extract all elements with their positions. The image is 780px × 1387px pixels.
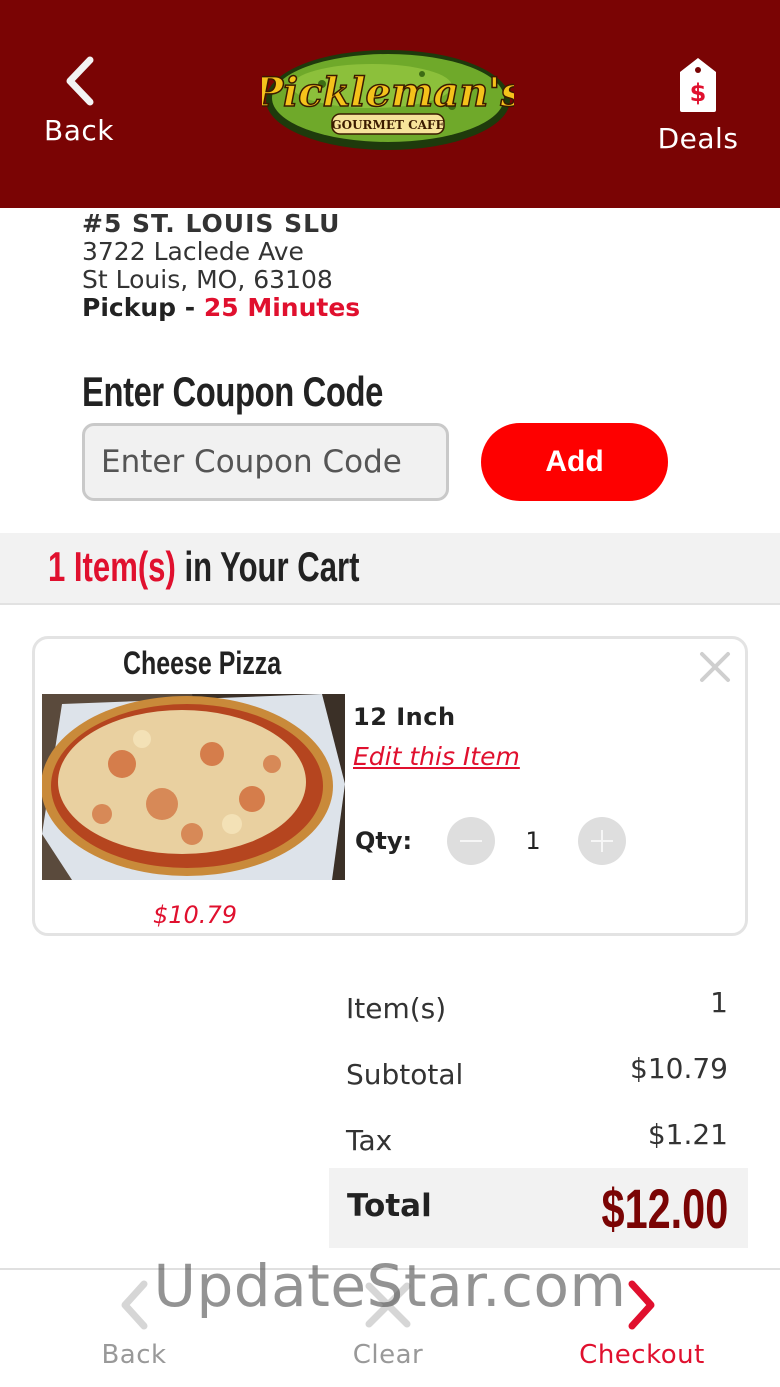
cart-count-heading: 1 Item(s) in Your Cart <box>48 543 359 591</box>
store-name: #5 ST. LOUIS SLU <box>82 209 341 238</box>
clear-cart-button[interactable]: Clear <box>313 1280 463 1370</box>
svg-text:$: $ <box>690 79 707 107</box>
bottom-back-button[interactable]: Back <box>59 1280 209 1370</box>
summary-subtotal-value: $10.79 <box>630 1052 728 1085</box>
chevron-right-icon <box>628 1280 655 1330</box>
summary-items-value: 1 <box>710 986 728 1019</box>
clear-label: Clear <box>352 1340 424 1370</box>
store-address-line2: St Louis, MO, 63108 <box>82 265 333 294</box>
price-tag-icon: $ <box>680 58 716 112</box>
picklemans-logo: Pickleman's GOURMET CAFE <box>262 50 514 150</box>
remove-item-icon[interactable] <box>697 649 733 685</box>
summary-items-label: Item(s) <box>346 992 447 1025</box>
svg-text:GOURMET CAFE: GOURMET CAFE <box>331 118 444 132</box>
header-back-button[interactable]: Back <box>40 56 118 147</box>
summary-total-value: $12.00 <box>601 1177 728 1240</box>
add-coupon-button[interactable]: Add <box>481 423 668 501</box>
minus-icon <box>460 840 482 842</box>
checkout-label: Checkout <box>579 1340 705 1370</box>
quantity-label: Qty: <box>355 827 413 855</box>
item-name: Cheese Pizza <box>123 645 282 681</box>
cart-item-count: 1 Item(s) <box>48 543 176 590</box>
chevron-left-icon <box>66 56 94 106</box>
summary-tax-label: Tax <box>346 1124 393 1157</box>
plus-icon <box>601 830 603 852</box>
chevron-left-icon <box>121 1280 148 1330</box>
cart-item-card: Cheese Pizza $10.79 12 Inch Edit this It… <box>32 636 748 936</box>
header-back-label: Back <box>44 114 114 147</box>
decrease-quantity-button[interactable] <box>447 817 495 865</box>
bottom-navigation: Back Clear Checkout <box>0 1268 780 1387</box>
edit-item-link[interactable]: Edit this Item <box>353 742 520 771</box>
header-deals-button[interactable]: $ Deals <box>652 56 744 155</box>
summary-total-label: Total <box>347 1188 432 1224</box>
summary-total-row: Total $12.00 <box>329 1168 748 1248</box>
coupon-title: Enter Coupon Code <box>82 368 383 415</box>
item-size: 12 Inch <box>353 703 456 731</box>
svg-text:Pickleman's: Pickleman's <box>262 69 514 116</box>
pickup-info: Pickup - 25 Minutes <box>82 294 360 322</box>
cart-heading-suffix: in Your Cart <box>175 543 360 590</box>
checkout-button[interactable]: Checkout <box>567 1280 717 1370</box>
item-price: $10.79 <box>153 901 237 929</box>
quantity-value: 1 <box>525 827 541 855</box>
coupon-code-input[interactable] <box>82 423 449 501</box>
summary-tax-value: $1.21 <box>647 1118 728 1151</box>
header-deals-label: Deals <box>657 122 739 155</box>
summary-subtotal-label: Subtotal <box>346 1058 464 1091</box>
store-info: #5 ST. LOUIS SLU 3722 Laclede Ave St Lou… <box>82 210 360 322</box>
store-address-line1: 3722 Laclede Ave <box>82 237 304 266</box>
app-header: Back Pickleman's GOURMET CAFE $ Deals <box>0 0 780 208</box>
pickup-label: Pickup - <box>82 293 204 322</box>
close-icon <box>365 1282 411 1328</box>
pickup-time: 25 Minutes <box>203 293 361 322</box>
bottom-back-label: Back <box>101 1340 167 1370</box>
cart-header: 1 Item(s) in Your Cart <box>0 533 780 605</box>
increase-quantity-button[interactable] <box>578 817 626 865</box>
item-photo <box>42 694 345 880</box>
